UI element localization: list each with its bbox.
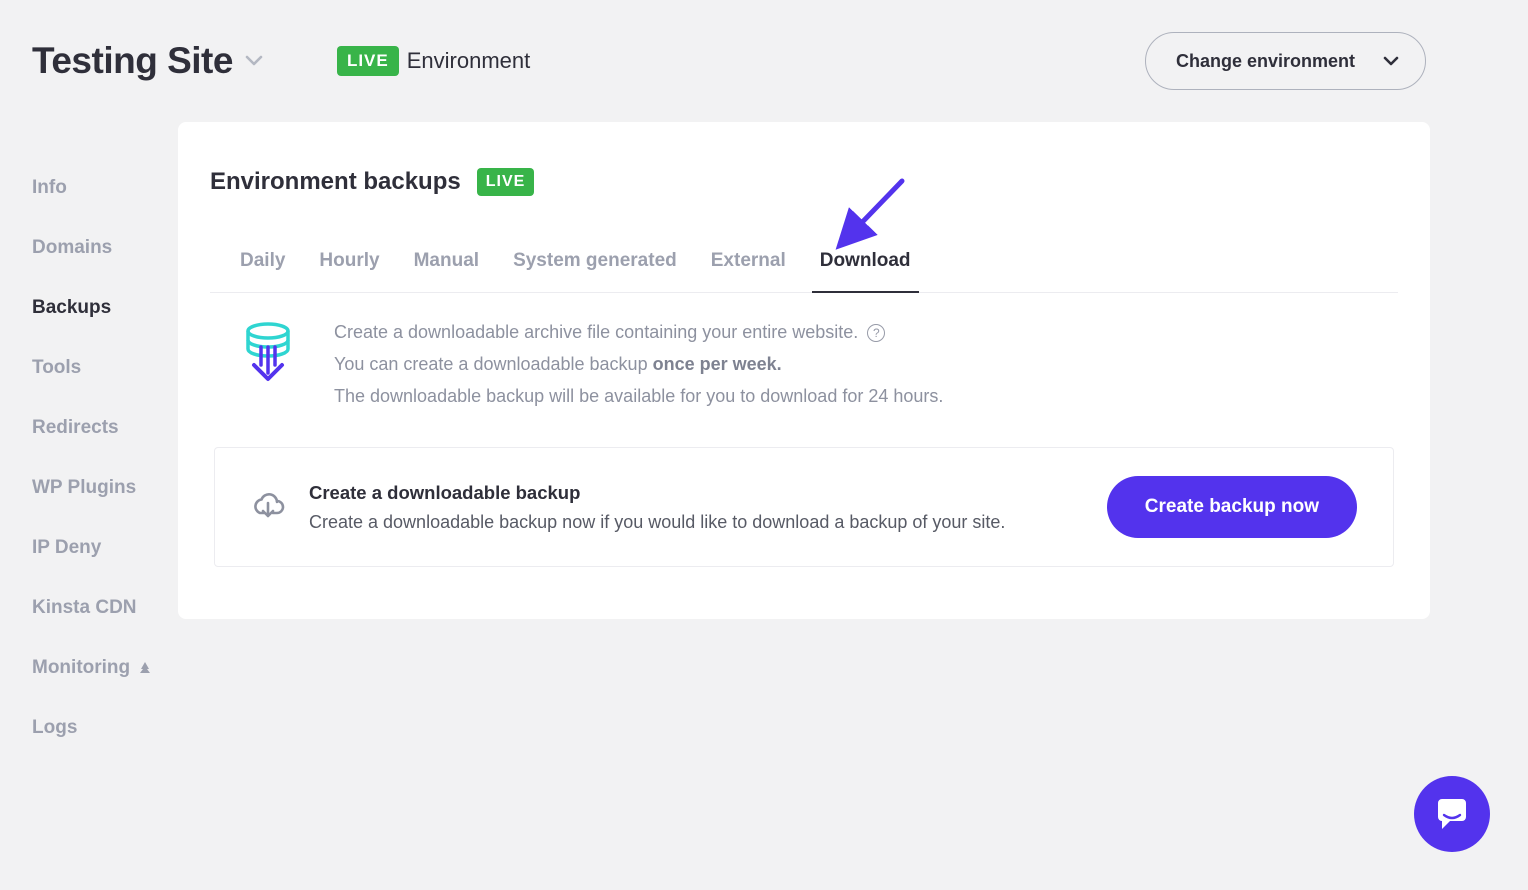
change-environment-dropdown[interactable]: Change environment: [1145, 32, 1426, 90]
tab-external[interactable]: External: [711, 240, 786, 292]
site-title: Testing Site: [32, 40, 233, 82]
sidebar-item-domains[interactable]: Domains: [32, 218, 178, 278]
cta-title: Create a downloadable backup: [309, 482, 1083, 504]
backup-download-icon: [244, 319, 292, 415]
download-info-line1: Create a downloadable archive file conta…: [334, 322, 858, 342]
download-info-line2a: You can create a downloadable backup: [334, 354, 653, 374]
sidebar-item-info[interactable]: Info: [32, 158, 178, 218]
sidebar-item-label: WP Plugins: [32, 477, 136, 499]
tab-label: Download: [820, 250, 911, 271]
help-icon[interactable]: ?: [867, 324, 885, 342]
sidebar-item-label: Kinsta CDN: [32, 597, 137, 619]
layout: Info Domains Backups Tools Redirects WP …: [0, 100, 1528, 758]
tab-daily[interactable]: Daily: [240, 240, 285, 292]
tab-label: External: [711, 250, 786, 271]
chevron-down-icon: [245, 55, 263, 67]
tab-label: System generated: [513, 250, 677, 271]
sidebar-item-monitoring[interactable]: Monitoring: [32, 638, 178, 698]
change-environment-label: Change environment: [1176, 51, 1355, 72]
sidebar-item-label: Logs: [32, 717, 77, 739]
tab-label: Manual: [414, 250, 479, 271]
sidebar-item-label: Domains: [32, 237, 112, 259]
sidebar-item-label: IP Deny: [32, 537, 101, 559]
tab-label: Daily: [240, 250, 285, 271]
live-badge: LIVE: [337, 46, 399, 76]
sidebar: Info Domains Backups Tools Redirects WP …: [0, 100, 178, 758]
chat-icon: [1434, 797, 1470, 831]
download-info-line3: The downloadable backup will be availabl…: [334, 386, 943, 406]
card-header: Environment backups LIVE: [210, 168, 1398, 216]
cta-subtitle: Create a downloadable backup now if you …: [309, 512, 1083, 533]
create-backup-button[interactable]: Create backup now: [1107, 476, 1357, 538]
tab-manual[interactable]: Manual: [414, 240, 479, 292]
sidebar-item-label: Tools: [32, 357, 81, 379]
tab-download[interactable]: Download: [820, 240, 911, 292]
tab-hourly[interactable]: Hourly: [319, 240, 379, 292]
environment-indicator: LIVE Environment: [337, 46, 530, 76]
sidebar-item-label: Monitoring: [32, 657, 130, 679]
download-info-line2b: once per week.: [653, 354, 782, 374]
tabs: Daily Hourly Manual System generated Ext…: [210, 216, 1398, 293]
sidebar-item-wp-plugins[interactable]: WP Plugins: [32, 458, 178, 518]
environment-label: Environment: [407, 48, 531, 74]
sidebar-item-backups[interactable]: Backups: [32, 278, 178, 338]
header: Testing Site LIVE Environment Change env…: [0, 0, 1528, 100]
tree-icon: [138, 661, 152, 675]
card-title: Environment backups: [210, 168, 461, 196]
sidebar-item-label: Backups: [32, 297, 111, 319]
create-backup-box: Create a downloadable backup Create a do…: [214, 447, 1394, 567]
main-card: Environment backups LIVE Daily Hourly Ma…: [178, 122, 1430, 619]
sidebar-item-kinsta-cdn[interactable]: Kinsta CDN: [32, 578, 178, 638]
download-info-text: Create a downloadable archive file conta…: [334, 319, 943, 415]
tab-system-generated[interactable]: System generated: [513, 240, 677, 292]
site-title-dropdown[interactable]: Testing Site: [32, 40, 263, 82]
live-badge: LIVE: [477, 168, 535, 196]
sidebar-item-redirects[interactable]: Redirects: [32, 398, 178, 458]
chat-button[interactable]: [1414, 776, 1490, 852]
chevron-down-icon: [1383, 56, 1399, 66]
download-info: Create a downloadable archive file conta…: [210, 293, 1398, 447]
cloud-download-icon: [251, 490, 285, 525]
cta-text: Create a downloadable backup Create a do…: [309, 482, 1083, 533]
sidebar-item-tools[interactable]: Tools: [32, 338, 178, 398]
sidebar-item-label: Redirects: [32, 417, 119, 439]
sidebar-item-logs[interactable]: Logs: [32, 698, 178, 758]
tab-label: Hourly: [319, 250, 379, 271]
sidebar-item-ip-deny[interactable]: IP Deny: [32, 518, 178, 578]
sidebar-item-label: Info: [32, 177, 67, 199]
